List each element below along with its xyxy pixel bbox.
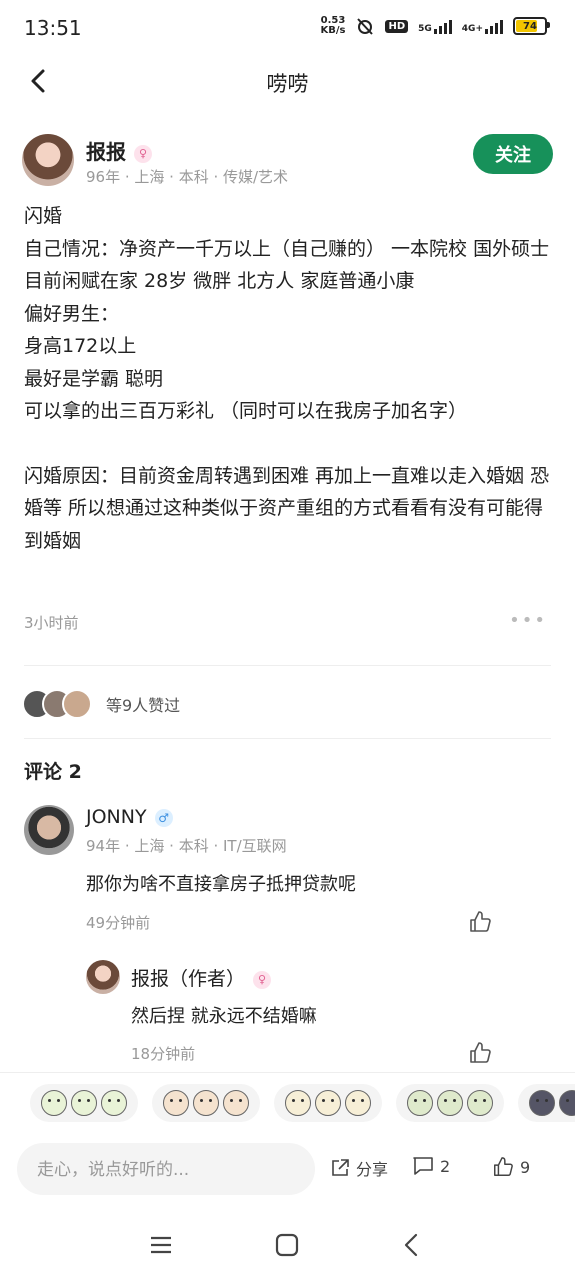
- author-avatar[interactable]: [22, 134, 74, 186]
- emoji-icon: [101, 1090, 127, 1116]
- follow-button[interactable]: 关注: [473, 134, 553, 174]
- commenter-avatar[interactable]: [24, 805, 74, 855]
- commenter-name[interactable]: JONNY ♂: [86, 806, 173, 828]
- female-badge-icon: ♀: [253, 970, 272, 989]
- menu-icon[interactable]: [147, 1231, 175, 1259]
- emoji-pill[interactable]: [152, 1084, 260, 1122]
- post-line: 自己情况：净资产一千万以上（自己赚的） 一本院校 国外硕士 目前闲赋在家 28岁…: [24, 237, 550, 293]
- share-icon: [332, 1159, 349, 1176]
- status-time: 13:51: [24, 16, 82, 40]
- emoji-pill[interactable]: [518, 1084, 575, 1122]
- home-icon[interactable]: [273, 1231, 301, 1259]
- comment-text[interactable]: 那你为啥不直接拿房子抵押贷款呢: [86, 870, 356, 896]
- emoji-icon: [223, 1090, 249, 1116]
- liker-avatar: [62, 689, 92, 719]
- net-speed: 0.53 KB/s: [320, 15, 346, 36]
- more-options-icon[interactable]: •••: [509, 610, 547, 631]
- comments-heading: 评论 2: [24, 761, 82, 783]
- male-badge-icon: ♂: [154, 808, 173, 827]
- divider: [0, 1072, 575, 1073]
- emoji-icon: [529, 1090, 555, 1116]
- likes-row[interactable]: 等9人赞过: [22, 688, 180, 720]
- signal-4g-icon: 4G+: [462, 18, 503, 34]
- status-icons: 0.53 KB/s HD 5G 4G+ 74: [320, 15, 550, 36]
- post-line: 闪婚: [24, 205, 63, 227]
- comment-input[interactable]: [35, 1143, 299, 1197]
- thumbs-up-icon: [494, 1157, 513, 1176]
- battery-icon: 74: [513, 17, 550, 35]
- nav-header: 唠唠: [0, 56, 575, 106]
- reply-avatar[interactable]: [86, 960, 120, 994]
- emoji-icon: [437, 1090, 463, 1116]
- post-line: 可以拿的出三百万彩礼 （同时可以在我房子加名字）: [24, 400, 468, 422]
- page-title: 唠唠: [266, 72, 309, 96]
- post-author: 报报 ♀ 96年 · 上海 · 本科 · 传媒/艺术 关注: [22, 134, 553, 190]
- comment-time: 49分钟前: [86, 914, 151, 932]
- emoji-bar: [30, 1084, 575, 1126]
- thumbs-up-icon[interactable]: [468, 910, 492, 934]
- emoji-icon: [559, 1090, 575, 1116]
- emoji-icon: [163, 1090, 189, 1116]
- emoji-pill[interactable]: [396, 1084, 504, 1122]
- post-reason: 闪婚原因：目前资金周转遇到困难 再加上一直难以走入婚姻 恐婚等 所以想通过这种类…: [24, 464, 550, 552]
- emoji-icon: [315, 1090, 341, 1116]
- emoji-icon: [285, 1090, 311, 1116]
- author-meta: 96年 · 上海 · 本科 · 传媒/艺术: [86, 168, 289, 186]
- likes-text: 等9人赞过: [106, 696, 181, 715]
- post-line: 偏好男生：: [24, 302, 120, 325]
- emoji-icon: [467, 1090, 493, 1116]
- emoji-pill[interactable]: [274, 1084, 382, 1122]
- status-bar: 13:51 0.53 KB/s HD 5G 4G+ 74: [0, 0, 575, 56]
- female-badge-icon: ♀: [134, 144, 152, 163]
- author-name[interactable]: 报报 ♀: [86, 136, 152, 165]
- emoji-pill[interactable]: [30, 1084, 138, 1122]
- hd-badge: HD: [385, 19, 409, 33]
- alarm-off-icon: [357, 18, 374, 35]
- post-line: 身高172以上: [24, 335, 137, 357]
- comment-input-bar[interactable]: [17, 1143, 315, 1197]
- reply-time: 18分钟前: [131, 1045, 196, 1063]
- emoji-icon: [41, 1090, 67, 1116]
- emoji-icon: [407, 1090, 433, 1116]
- emoji-icon: [71, 1090, 97, 1116]
- like-count-button[interactable]: 9: [492, 1156, 530, 1178]
- thumbs-up-icon[interactable]: [468, 1041, 492, 1065]
- emoji-icon: [193, 1090, 219, 1116]
- comment-icon: [413, 1157, 433, 1175]
- share-button[interactable]: 分享: [330, 1156, 388, 1180]
- post-time: 3小时前: [24, 614, 79, 632]
- emoji-icon: [345, 1090, 371, 1116]
- comment-count-button[interactable]: 2: [412, 1156, 450, 1176]
- reply-name[interactable]: 报报（作者） ♀: [131, 964, 272, 991]
- back-icon[interactable]: [398, 1231, 426, 1259]
- divider: [24, 738, 551, 739]
- post-body: 闪婚 自己情况：净资产一千万以上（自己赚的） 一本院校 国外硕士 目前闲赋在家 …: [24, 200, 554, 557]
- system-nav-bar: [0, 1215, 575, 1275]
- signal-5g-icon: 5G: [418, 18, 452, 34]
- commenter-meta: 94年 · 上海 · 本科 · IT/互联网: [86, 837, 287, 855]
- post-line: 最好是学霸 聪明: [24, 367, 164, 390]
- reply-text[interactable]: 然后捏 就永远不结婚嘛: [131, 1002, 317, 1028]
- divider: [24, 665, 551, 666]
